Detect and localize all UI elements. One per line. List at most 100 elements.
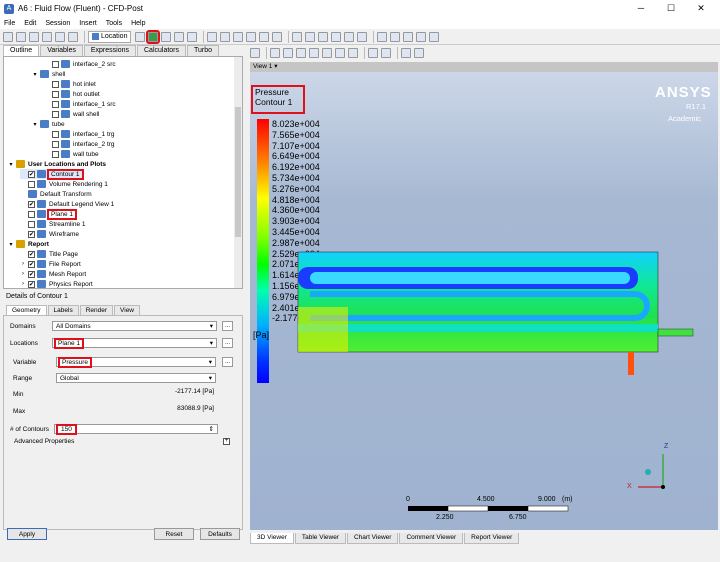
visibility-checkbox[interactable]: ✔ [28,250,35,258]
save-icon[interactable] [42,31,52,42]
coordinate-frame-icon[interactable] [220,31,231,42]
visibility-checkbox[interactable]: ✔ [28,280,35,288]
visibility-checkbox[interactable]: ✔ [28,260,35,268]
range-dropdown[interactable]: Global ▾ [56,373,216,383]
color-icon[interactable] [348,48,358,58]
tree-item[interactable]: ▾ Report [8,239,49,249]
streamline-icon[interactable] [161,31,172,42]
macro-calculator-icon[interactable] [390,31,401,42]
tab-comment-viewer[interactable]: Comment Viewer [399,533,464,544]
tab-turbo[interactable]: Turbo [187,45,220,56]
tab-expressions[interactable]: Expressions [83,45,136,56]
rotate-icon[interactable] [270,48,280,58]
contour-icon[interactable] [146,29,161,44]
menu-file[interactable]: File [4,20,15,27]
minimize-button[interactable]: ─ [626,0,656,17]
redo-icon[interactable] [68,31,78,42]
tab-chart-viewer[interactable]: Chart Viewer [346,533,399,544]
tree-item[interactable]: › ✔ Physics Report [20,279,93,288]
visibility-checkbox[interactable]: ✔ [28,230,35,238]
apply-button[interactable]: Apply [7,528,47,540]
particle-track-icon[interactable] [174,31,185,42]
tree-item[interactable]: hot inlet [44,79,96,89]
open-icon[interactable] [16,31,26,42]
color-map-icon[interactable] [272,31,283,42]
legend-icon[interactable] [233,31,244,42]
viewport-icon[interactable] [401,48,411,58]
menu-tools[interactable]: Tools [106,20,122,27]
expand-arrow-icon[interactable]: › [20,271,26,277]
visibility-checkbox[interactable] [52,60,59,68]
vector-icon[interactable] [135,31,146,42]
visibility-checkbox[interactable]: ✔ [28,200,35,208]
tree-item[interactable]: ▾ User Locations and Plots [8,159,106,169]
advanced-properties-label[interactable]: Advanced Properties [14,438,74,445]
contours-spinbox[interactable]: 150 ⇕ [54,423,218,435]
expand-arrow-icon[interactable]: › [20,281,26,287]
visibility-checkbox[interactable] [52,100,59,108]
menu-session[interactable]: Session [45,20,70,27]
tab-3d-viewer[interactable]: 3D Viewer [250,533,294,544]
tab-table-viewer[interactable]: Table Viewer [294,533,346,544]
zoom-box-icon[interactable] [309,48,319,58]
locations-dropdown[interactable]: Plane 1 ▾ [52,337,217,349]
visibility-checkbox[interactable] [52,130,59,138]
select-icon[interactable] [250,48,260,58]
function-calculator-icon[interactable] [377,31,388,42]
expand-arrow-icon[interactable]: › [20,261,26,267]
menu-insert[interactable]: Insert [79,20,97,27]
tree-item[interactable]: ▾ shell [32,69,65,79]
expand-icon[interactable]: + [223,438,230,445]
chart-icon[interactable] [331,31,342,42]
mesh-calculator-icon[interactable] [403,31,414,42]
tree-item[interactable]: interface_2 src [44,59,116,69]
close-button[interactable]: ✕ [686,0,716,17]
visibility-checkbox[interactable] [52,90,59,98]
maximize-button[interactable]: ☐ [656,0,686,17]
tab-labels[interactable]: Labels [47,305,79,315]
clip-plane-icon[interactable] [259,31,270,42]
undo-icon[interactable] [55,31,65,42]
tab-outline[interactable]: Outline [3,45,40,56]
tree-item[interactable]: interface_1 trg [44,129,115,139]
tab-render[interactable]: Render [79,305,114,315]
figure-icon[interactable] [357,31,368,42]
tree-item[interactable]: ▾ tube [32,119,65,129]
tree-item[interactable]: Default Transform [20,189,92,199]
visibility-checkbox[interactable] [52,140,59,148]
probe-icon[interactable] [335,48,345,58]
visibility-checkbox[interactable] [28,210,35,218]
visibility-checkbox[interactable] [28,180,35,188]
pan-icon[interactable] [283,48,293,58]
visibility-checkbox[interactable] [52,150,59,158]
tree-item[interactable]: hot outlet [44,89,100,99]
tab-view[interactable]: View [114,305,141,315]
load-results-icon[interactable] [29,31,39,42]
menu-edit[interactable]: Edit [24,20,36,27]
table-icon[interactable] [318,31,329,42]
case-comparison-icon[interactable] [416,31,427,42]
tree-item[interactable]: Streamline 1 [20,219,86,229]
visibility-checkbox[interactable]: ✔ [28,170,35,178]
tree-item[interactable]: interface_1 src [44,99,116,109]
visibility-checkbox[interactable] [52,110,59,118]
layout-icon[interactable] [368,48,378,58]
3d-viewer[interactable]: View 1 ▾ Pressure Contour 1 8.023e+004 7.… [250,62,718,530]
visibility-checkbox[interactable] [28,220,35,228]
spinner-icon[interactable]: ⇕ [209,425,214,433]
visibility-checkbox[interactable]: ✔ [28,270,35,278]
tree-item[interactable]: › ✔ File Report [20,259,81,269]
tree-item[interactable]: › ✔ Mesh Report [20,269,86,279]
tree-item[interactable]: Volume Rendering 1 [20,179,108,189]
zoom-icon[interactable] [296,48,306,58]
tree-scrollbar-thumb[interactable] [235,107,241,237]
tree-item[interactable]: wall tube [44,149,99,159]
variable-dropdown[interactable]: Pressure ▾ [56,356,216,368]
tab-report-viewer[interactable]: Report Viewer [464,533,520,544]
expression-icon[interactable] [305,31,316,42]
defaults-button[interactable]: Defaults [200,528,240,540]
tab-geometry[interactable]: Geometry [6,305,47,315]
tree-item[interactable]: ✔ Wireframe [20,229,79,239]
text-icon[interactable] [207,31,218,42]
locations-ellipsis-button[interactable]: ... [222,338,233,348]
